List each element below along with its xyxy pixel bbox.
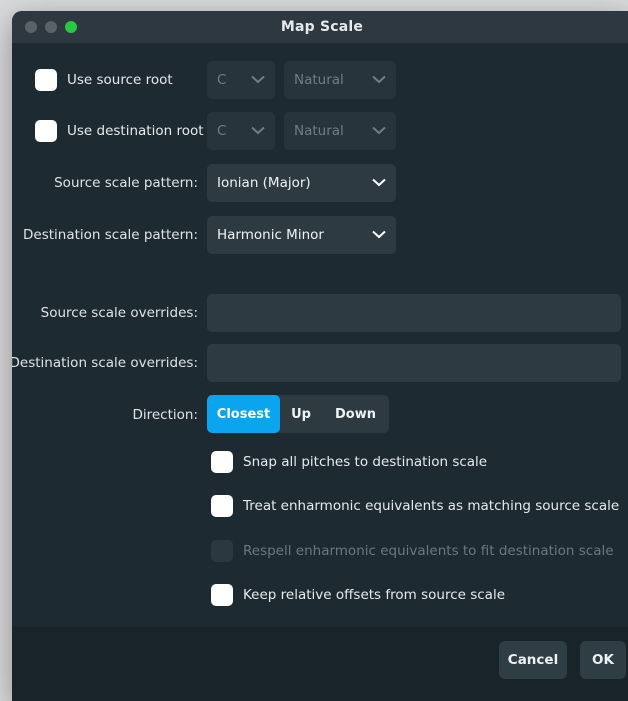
- chevron-down-icon: [372, 230, 386, 239]
- destination-root-accidental-value: Natural: [294, 123, 344, 139]
- destination-root-accidental-select[interactable]: Natural: [284, 112, 396, 150]
- snap-pitches-label: Snap all pitches to destination scale: [243, 454, 488, 470]
- minimize-window-button[interactable]: [45, 21, 57, 33]
- respell-option: Respell enharmonic equivalents to fit de…: [211, 540, 614, 562]
- chevron-down-icon: [372, 75, 386, 84]
- snap-pitches-option[interactable]: Snap all pitches to destination scale: [211, 451, 487, 473]
- use-destination-root-checkbox[interactable]: [35, 120, 57, 142]
- destination-scale-overrides-label: Destination scale overrides:: [12, 355, 198, 371]
- source-root-accidental-value: Natural: [294, 72, 344, 88]
- chevron-down-icon: [251, 75, 265, 84]
- keep-offsets-option[interactable]: Keep relative offsets from source scale: [211, 584, 505, 606]
- keep-offsets-label: Keep relative offsets from source scale: [243, 587, 505, 603]
- window-controls: [25, 21, 77, 33]
- destination-root-note-select[interactable]: C: [207, 112, 275, 150]
- title-bar: Map Scale: [12, 11, 628, 43]
- use-source-root-label: Use source root: [67, 72, 173, 88]
- source-scale-pattern-value: Ionian (Major): [217, 175, 311, 191]
- use-source-root-checkbox[interactable]: [35, 69, 57, 91]
- chevron-down-icon: [372, 178, 386, 187]
- direction-closest-button[interactable]: Closest: [207, 395, 280, 433]
- respell-checkbox: [211, 540, 233, 562]
- keep-offsets-checkbox[interactable]: [211, 584, 233, 606]
- zoom-window-button[interactable]: [65, 21, 77, 33]
- close-window-button[interactable]: [25, 21, 37, 33]
- destination-scale-pattern-select[interactable]: Harmonic Minor: [207, 216, 396, 254]
- source-root-note-select[interactable]: C: [207, 61, 275, 99]
- use-destination-root-label: Use destination root: [67, 123, 204, 139]
- use-destination-root-row[interactable]: Use destination root: [35, 120, 204, 142]
- chevron-down-icon: [251, 126, 265, 135]
- snap-pitches-checkbox[interactable]: [211, 451, 233, 473]
- chevron-down-icon: [372, 126, 386, 135]
- ok-button[interactable]: OK: [580, 641, 626, 679]
- destination-scale-pattern-value: Harmonic Minor: [217, 227, 324, 243]
- direction-down-button[interactable]: Down: [322, 395, 389, 433]
- source-scale-pattern-select[interactable]: Ionian (Major): [207, 164, 396, 202]
- enharmonic-label: Treat enharmonic equivalents as matching…: [243, 498, 620, 514]
- direction-label: Direction:: [132, 407, 198, 423]
- enharmonic-checkbox[interactable]: [211, 495, 233, 517]
- destination-scale-pattern-label: Destination scale pattern:: [23, 227, 198, 243]
- source-scale-overrides-label: Source scale overrides:: [40, 305, 198, 321]
- destination-root-note-value: C: [217, 123, 227, 139]
- source-root-accidental-select[interactable]: Natural: [284, 61, 396, 99]
- cancel-button[interactable]: Cancel: [499, 641, 567, 679]
- map-scale-dialog: Map Scale Use source root C Natural Use …: [12, 11, 628, 701]
- destination-scale-overrides-input[interactable]: [207, 344, 621, 382]
- source-root-note-value: C: [217, 72, 227, 88]
- respell-label: Respell enharmonic equivalents to fit de…: [243, 543, 614, 559]
- source-scale-overrides-input[interactable]: [207, 294, 621, 332]
- direction-up-button[interactable]: Up: [280, 395, 322, 433]
- use-source-root-row[interactable]: Use source root: [35, 69, 173, 91]
- direction-segmented-control: Closest Up Down: [207, 395, 389, 433]
- source-scale-pattern-label: Source scale pattern:: [54, 175, 198, 191]
- window-title: Map Scale: [280, 19, 364, 35]
- enharmonic-option[interactable]: Treat enharmonic equivalents as matching…: [211, 495, 619, 517]
